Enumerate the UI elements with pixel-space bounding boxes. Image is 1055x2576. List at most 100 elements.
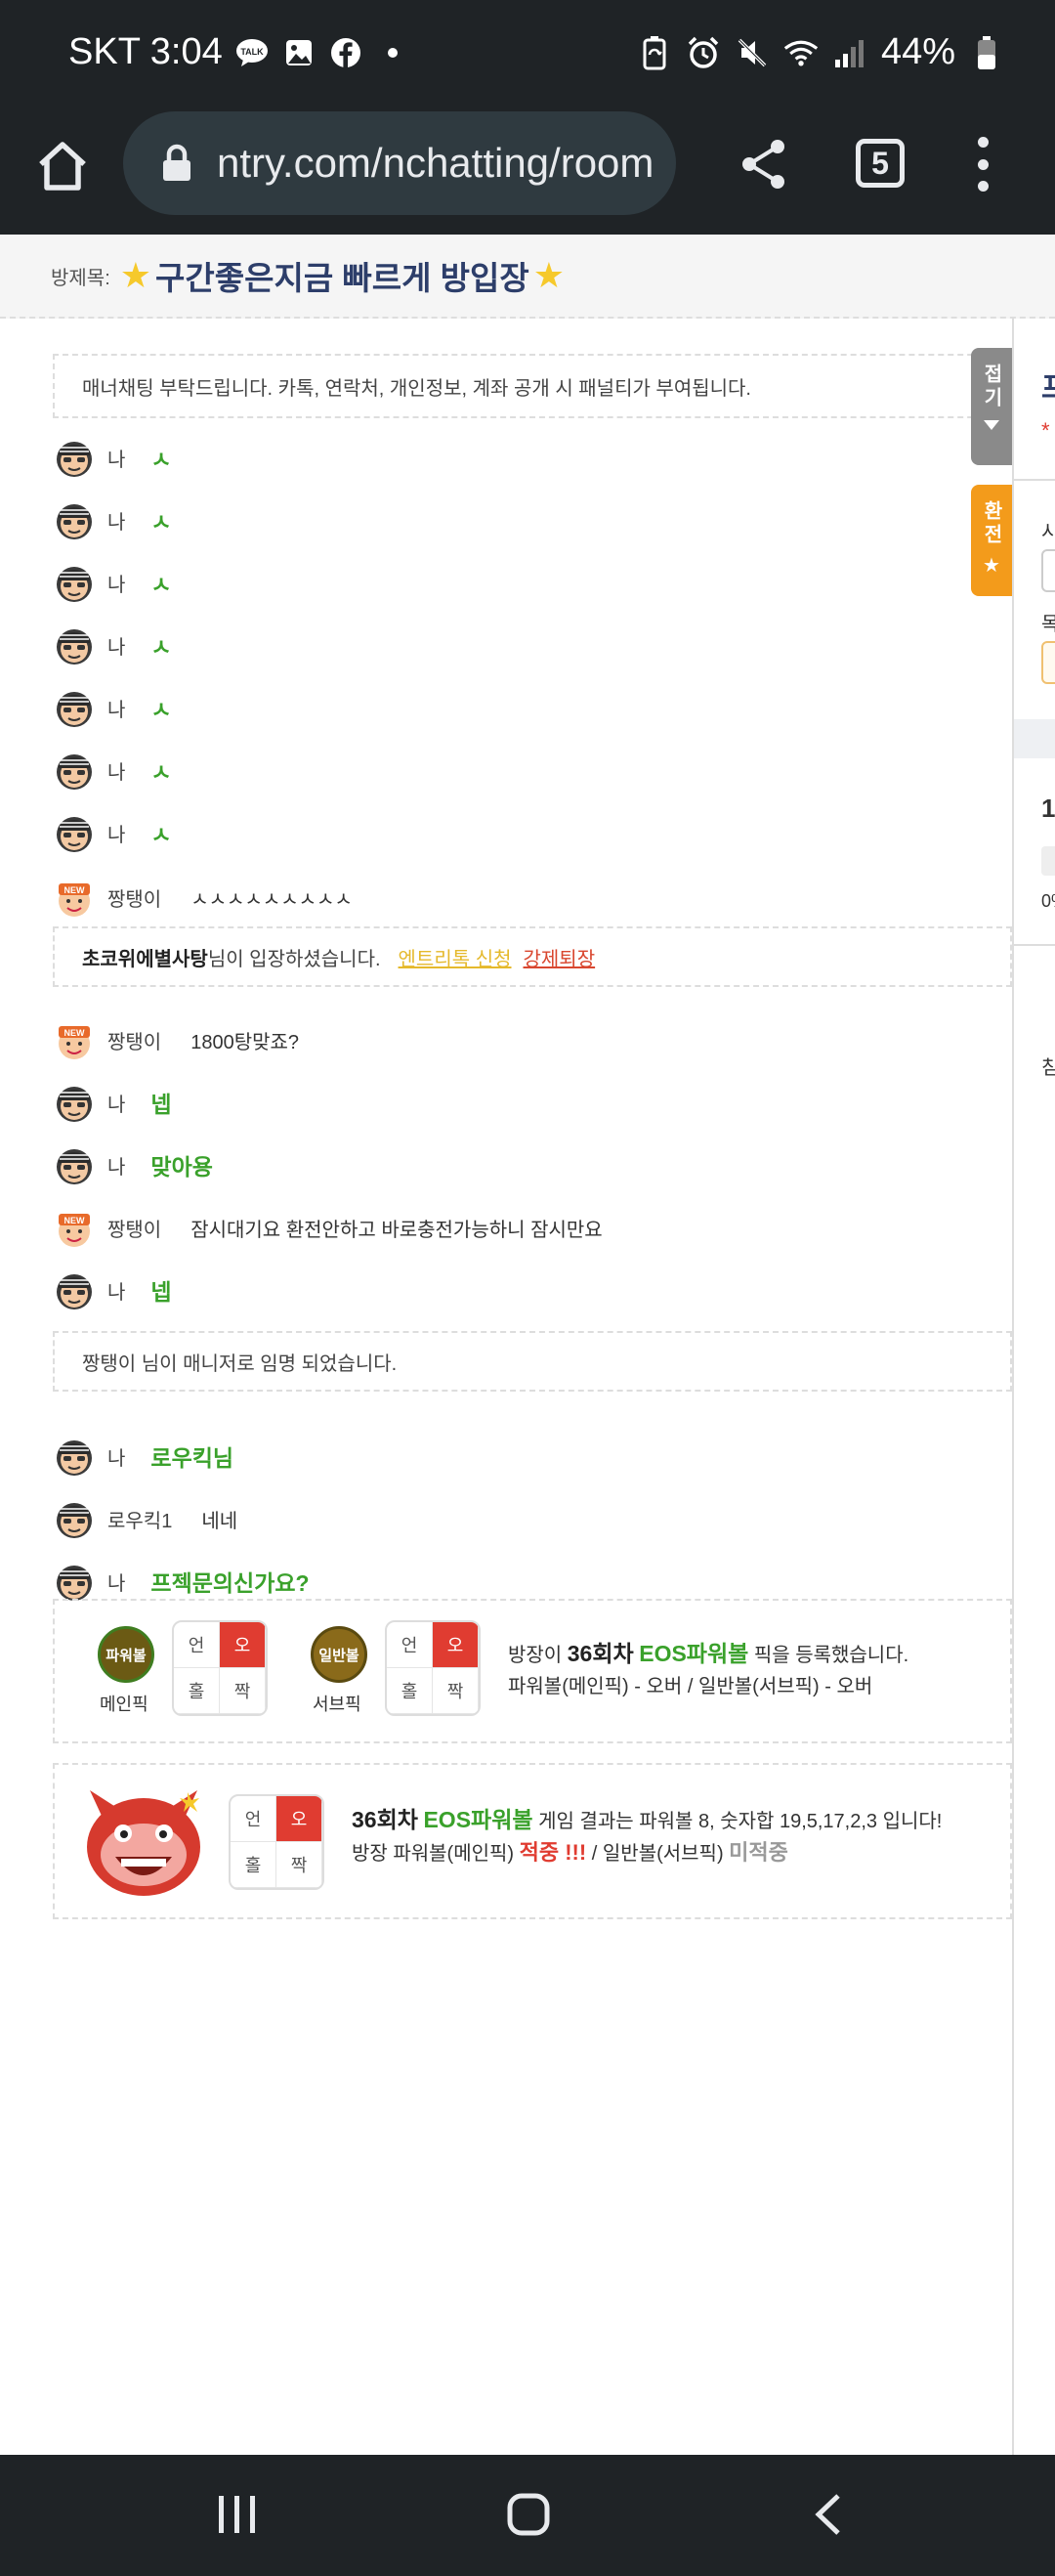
- star-icon: ★: [983, 555, 1000, 577]
- pick-prefix: 방장이: [508, 1645, 568, 1666]
- user-avatar-icon: [57, 692, 92, 727]
- svg-text:NEW: NEW: [64, 1028, 86, 1038]
- red-devil-mascot-icon: [87, 1790, 200, 1896]
- chat-message: NEW 짱탱이 1800탕맞죠?: [53, 1018, 299, 1061]
- normalball-badge: 일반볼: [311, 1626, 367, 1683]
- result-text: 36회차 EOS파워볼 게임 결과는 파워볼 8, 숫자합 19,5,17,2,…: [352, 1804, 942, 1869]
- pick-game: EOS파워볼: [639, 1641, 749, 1666]
- panel-label-fragment: 목: [1041, 608, 1055, 636]
- message-author: 나: [107, 1281, 126, 1304]
- entry-notice: 초코위에별사탕 님이 입장하셨습니다. 엔트리톡 신청 강제퇴장: [53, 926, 1012, 987]
- home-icon: [39, 142, 86, 191]
- result-game: EOS파워볼: [423, 1807, 533, 1832]
- back-button[interactable]: [811, 2492, 844, 2537]
- chat-message: NEW 짱탱이 잠시대기요 환전안하고 바로충전가능하니 잠시만요: [53, 1206, 603, 1249]
- share-icon: [742, 140, 784, 189]
- exchange-tab[interactable]: 환전 ★: [971, 485, 1012, 596]
- pick-register-text: 방장이 36회차 EOS파워볼 픽을 등록했습니다. 파워볼(메인픽) - 오버…: [508, 1638, 908, 1702]
- url-text: ntry.com/nchatting/room: [217, 140, 654, 186]
- star-icon: ★: [532, 255, 565, 295]
- chat-message: 나ㅅ: [53, 811, 172, 854]
- rule-notice: 매너채팅 부탁드립니다. 카톡, 연락처, 개인정보, 계좌 공개 시 패널티가…: [53, 354, 1012, 418]
- battery-saver-icon: [637, 35, 672, 70]
- gallery-icon: [281, 35, 316, 70]
- svg-text:TALK: TALK: [240, 47, 264, 57]
- fold-tab[interactable]: 접기: [971, 348, 1012, 465]
- message-author: 나: [107, 1447, 126, 1470]
- result-grid: 언 오 홀 짝: [229, 1794, 324, 1890]
- message-text: ㅅ: [150, 634, 172, 660]
- home-nav-button[interactable]: [506, 2492, 551, 2537]
- message-author: 짱탱이: [107, 1031, 162, 1053]
- message-author: 나: [107, 449, 126, 471]
- pick-register-box: 파워볼 메인픽 언 오 홀 짝 일반볼 서브픽 언 오 홀 짝 방장이 36회차…: [53, 1599, 1012, 1743]
- status-right: 44%: [637, 31, 1004, 73]
- star-icon: ★: [119, 255, 152, 295]
- chevron-down-icon: [984, 420, 999, 430]
- sub-pick-grid: 언 오 홀 짝: [385, 1620, 481, 1716]
- user-avatar-icon: [57, 1503, 92, 1538]
- status-left: SKT 3:04 TALK: [68, 31, 410, 73]
- browser-toolbar: ntry.com/nchatting/room 5: [0, 107, 1055, 235]
- message-text: ㅅ: [150, 697, 172, 722]
- grid-over: 오: [433, 1622, 479, 1668]
- message-author: 나: [107, 761, 126, 784]
- grid-even: 짝: [276, 1842, 322, 1888]
- message-text: ㅅ: [150, 509, 172, 535]
- grid-under: 언: [231, 1796, 276, 1842]
- recent-apps-button[interactable]: [217, 2492, 258, 2537]
- status-bar: SKT 3:04 TALK 44%: [0, 0, 1055, 107]
- chat-message: 로우킥1 네네: [53, 1497, 237, 1540]
- chat-message: 나넵: [53, 1081, 172, 1124]
- result-sub-label: / 일반볼(서브픽): [586, 1843, 730, 1865]
- message-text: 네네: [201, 1510, 238, 1532]
- overflow-menu-button[interactable]: [975, 137, 991, 192]
- message-author: 나: [107, 511, 126, 534]
- mute-icon: [735, 35, 770, 70]
- user-avatar-icon: [57, 1566, 92, 1601]
- chat-message: 나 맞아용: [53, 1143, 213, 1186]
- panel-value-fragment: 10: [1041, 794, 1055, 823]
- user-avatar-icon: [57, 567, 92, 602]
- main-pick-caption: 메인픽: [100, 1695, 148, 1714]
- message-text: 맞아용: [150, 1154, 213, 1180]
- message-author: 나: [107, 1572, 126, 1595]
- user-avatar-icon: [57, 1149, 92, 1184]
- grid-under: 언: [174, 1622, 220, 1668]
- message-text: 1800탕맞죠?: [190, 1031, 300, 1053]
- address-bar[interactable]: ntry.com/nchatting/room: [123, 111, 676, 215]
- lock-icon: [163, 144, 190, 181]
- grid-even: 짝: [433, 1668, 479, 1714]
- chat-message: 나넵: [53, 1268, 172, 1311]
- svg-text:NEW: NEW: [64, 885, 86, 895]
- grid-odd: 홀: [231, 1842, 276, 1888]
- entry-user: 초코위에별사탕: [82, 948, 208, 970]
- entry-talk-request-link[interactable]: 엔트리톡 신청: [399, 943, 512, 971]
- message-text: ㅅ: [150, 572, 172, 597]
- grid-even: 짝: [220, 1668, 266, 1714]
- new-user-avatar-icon: NEW: [59, 1026, 90, 1059]
- chat-area[interactable]: 매너채팅 부탁드립니다. 카톡, 연락처, 개인정보, 계좌 공개 시 패널티가…: [0, 319, 1012, 2455]
- battery-percent: 44%: [880, 31, 955, 72]
- message-author: 나: [107, 1156, 126, 1179]
- home-button[interactable]: [33, 137, 92, 195]
- manager-notice: 짱탱이 님이 매니저로 임명 되었습니다.: [53, 1331, 1012, 1392]
- panel-label-fragment: 시: [1041, 516, 1055, 544]
- message-text: ㅅ: [150, 759, 172, 785]
- force-exit-link[interactable]: 강제퇴장: [524, 943, 596, 971]
- chat-message: 나ㅅ: [53, 749, 172, 792]
- result-round: 36회차: [352, 1807, 418, 1832]
- share-button[interactable]: [738, 137, 789, 192]
- result-box: 언 오 홀 짝 36회차 EOS파워볼 게임 결과는 파워볼 8, 숫자합 19…: [53, 1763, 1012, 1919]
- result-miss: 미적중: [729, 1840, 788, 1865]
- user-avatar-icon: [57, 1087, 92, 1122]
- pick-round: 36회차: [567, 1641, 634, 1666]
- user-avatar-icon: [57, 754, 92, 790]
- message-author: 로우킥1: [107, 1510, 173, 1532]
- chat-message: 나ㅅ: [53, 623, 172, 666]
- user-avatar-icon: [57, 442, 92, 477]
- message-text: 넵: [150, 1279, 172, 1305]
- powerball-badge: 파워볼: [98, 1626, 154, 1683]
- message-text: 프젝문의신가요?: [150, 1570, 310, 1596]
- tab-switcher-button[interactable]: 5: [856, 139, 905, 188]
